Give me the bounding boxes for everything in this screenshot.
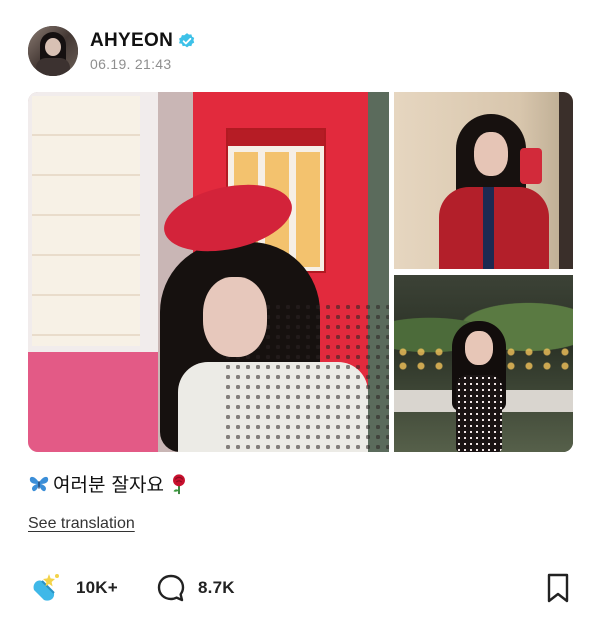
author-meta: AHYEON 06.19. 21:43	[90, 30, 196, 72]
poster-header	[228, 130, 324, 146]
photo-gallery	[28, 92, 573, 452]
door-frame	[559, 92, 573, 269]
see-translation-link[interactable]: See translation	[28, 515, 135, 533]
bookmark-icon[interactable]	[543, 572, 573, 604]
phone	[520, 148, 542, 184]
menu-board	[32, 96, 140, 346]
night-street-photo[interactable]	[394, 275, 573, 452]
butterfly-icon	[29, 476, 49, 491]
caption-text: 여러분 잘자요	[53, 474, 164, 496]
face	[203, 277, 267, 357]
main-photo[interactable]	[28, 92, 389, 452]
face	[474, 132, 508, 176]
mirror-selfie-photo[interactable]	[394, 92, 573, 269]
dress	[456, 375, 502, 452]
like-count: 10K+	[76, 578, 118, 597]
avatar-face	[45, 38, 61, 56]
post-caption: 여러분 잘자요	[28, 470, 190, 497]
like-button[interactable]: 10K+	[28, 568, 118, 608]
verified-badge-icon	[179, 33, 195, 48]
post-header: AHYEON 06.19. 21:43	[28, 26, 196, 76]
comment-count: 8.7K	[198, 578, 235, 597]
rose-icon	[172, 473, 185, 494]
post-actions: 10K+ 8.7K	[28, 568, 573, 608]
cheer-icon	[33, 574, 59, 601]
author-name[interactable]: AHYEON	[90, 30, 173, 52]
post-timestamp: 06.19. 21:43	[90, 56, 172, 72]
author-name-row: AHYEON	[90, 30, 196, 52]
avatar[interactable]	[28, 26, 78, 76]
pink-counter	[28, 352, 158, 452]
comment-button[interactable]: 8.7K	[156, 568, 235, 608]
track-jacket	[439, 187, 549, 269]
avatar-body	[36, 58, 70, 76]
face	[465, 331, 493, 365]
comment-icon	[157, 574, 185, 602]
